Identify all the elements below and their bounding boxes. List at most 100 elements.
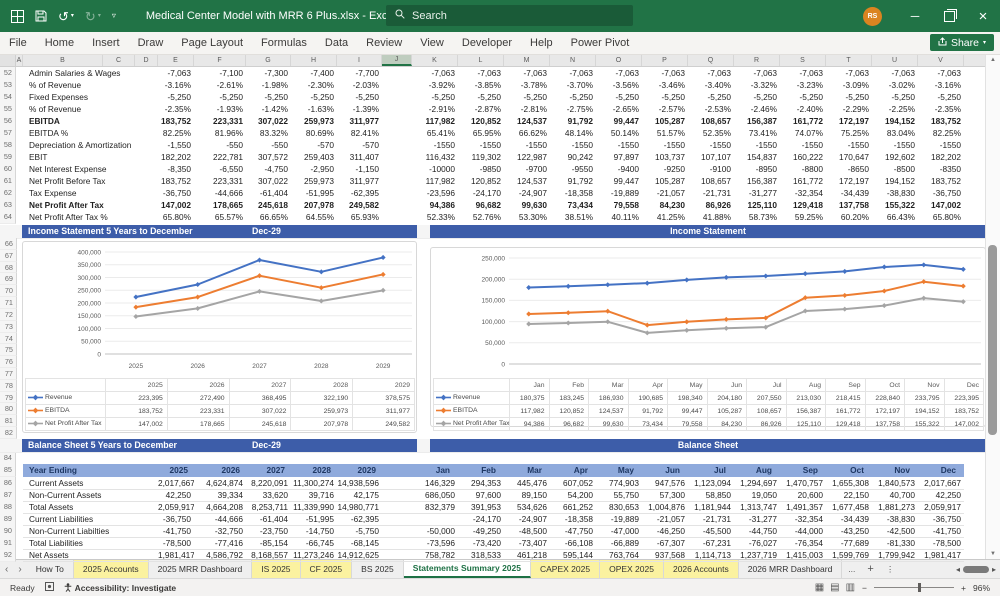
cell[interactable]: 8,168,557 (246, 549, 291, 562)
balance-header-label[interactable]: Year Ending (23, 464, 158, 477)
sheet-tab-bs-2025[interactable]: BS 2025 (352, 560, 404, 578)
sheet-tab-statements-summary-2025[interactable]: Statements Summary 2025 (403, 560, 531, 578)
cell[interactable]: 66.65% (246, 211, 291, 224)
cell[interactable]: 14,912,625 (337, 549, 382, 562)
row-header[interactable]: 76 (0, 356, 17, 368)
cell[interactable]: 1,237,719 (734, 549, 780, 562)
column-header-H[interactable]: H (291, 55, 337, 66)
column-header-S[interactable]: S (780, 55, 826, 66)
cell-label[interactable]: Net Profit After Tax % (23, 211, 158, 224)
ribbon-tab-power-pivot[interactable]: Power Pivot (562, 33, 639, 54)
cell[interactable]: 65.93% (337, 211, 382, 224)
cell[interactable]: 38.51% (550, 211, 596, 224)
cell[interactable]: 59.25% (780, 211, 826, 224)
cell[interactable]: 1,415,003 (780, 549, 826, 562)
sheet-tab-2025-accounts[interactable]: 2025 Accounts (73, 560, 149, 578)
sheet-tab-2026-accounts[interactable]: 2026 Accounts (663, 560, 739, 578)
cell[interactable]: 40.11% (596, 211, 642, 224)
ribbon-tab-view[interactable]: View (411, 33, 453, 54)
hscroll-left-icon[interactable]: ◂ (956, 565, 960, 574)
row-header[interactable]: 77 (0, 368, 17, 380)
page-layout-view-icon[interactable]: ▤ (830, 582, 839, 593)
vertical-scroll-thumb[interactable] (988, 245, 997, 435)
cell[interactable]: 60.20% (826, 211, 872, 224)
zoom-slider-thumb[interactable] (918, 583, 922, 592)
column-header-I[interactable]: I (337, 55, 382, 66)
cell[interactable] (382, 211, 412, 224)
cell[interactable]: 52.33% (412, 211, 458, 224)
cell[interactable]: 1,114,713 (688, 549, 734, 562)
cell-label[interactable]: Net Assets (23, 549, 158, 562)
income-statement-monthly-header[interactable]: Income Statement (430, 225, 986, 238)
cell[interactable]: 1,599,769 (826, 549, 872, 562)
undo-dropdown-icon[interactable]: ▾ (71, 13, 74, 19)
year-column-header[interactable]: 2027 (246, 464, 291, 477)
row-header[interactable]: 72 (0, 308, 17, 321)
avatar[interactable]: RS (863, 6, 882, 26)
search-input[interactable]: Search (386, 5, 633, 26)
balance-sheet-monthly-header[interactable]: Balance Sheet (430, 439, 986, 452)
month-column-header[interactable]: May (596, 464, 642, 477)
column-header-L[interactable]: L (458, 55, 504, 66)
month-column-header[interactable]: Aug (734, 464, 780, 477)
ribbon-tab-insert[interactable]: Insert (83, 33, 129, 54)
month-column-header[interactable]: Feb (458, 464, 504, 477)
year-column-header[interactable]: 2025 (158, 464, 194, 477)
minimize-button[interactable]: ─ (898, 0, 932, 32)
row-header[interactable]: 78 (0, 379, 17, 392)
sheet-tab-how-to[interactable]: How To (27, 560, 74, 578)
scroll-up-icon[interactable]: ▲ (986, 57, 1000, 63)
horizontal-scrollbar[interactable]: ◂ ▸ (956, 560, 1000, 578)
column-header-P[interactable]: P (642, 55, 688, 66)
accessibility-status[interactable]: Accessibility: Investigate (64, 583, 176, 593)
sheet-tab-2026-mrr-dashboard[interactable]: 2026 MRR Dashboard (739, 560, 843, 578)
sheet-tab-cf-2025[interactable]: CF 2025 (300, 560, 353, 578)
cell[interactable]: 65.80% (918, 211, 964, 224)
column-header-D[interactable]: D (135, 55, 158, 66)
column-header-R[interactable]: R (734, 55, 780, 66)
balance-sheet-5yr-header[interactable]: Balance Sheet 5 Years to December Dec-29 (22, 439, 417, 452)
ribbon-tab-draw[interactable]: Draw (129, 33, 173, 54)
sheet-tab-opex-2025[interactable]: OPEX 2025 (600, 560, 664, 578)
row-header[interactable]: 67 (0, 249, 17, 262)
month-column-header[interactable]: Mar (504, 464, 550, 477)
month-column-header[interactable]: Apr (550, 464, 596, 477)
column-header-Q[interactable]: Q (688, 55, 734, 66)
row-header[interactable]: 85 (0, 464, 16, 477)
select-all-corner[interactable] (0, 55, 16, 66)
page-break-view-icon[interactable]: ▥ (846, 582, 855, 593)
column-header-N[interactable]: N (550, 55, 596, 66)
income-statement-5yr-chart[interactable]: 0 50,000 100,000 150,000 200,000 250,000 300,0… (22, 241, 417, 433)
column-header-A[interactable]: A (16, 55, 23, 66)
cell[interactable]: 595,144 (550, 549, 596, 562)
cell[interactable]: 763,764 (596, 549, 642, 562)
close-button[interactable]: × (966, 0, 1000, 32)
ribbon-tab-file[interactable]: File (0, 33, 36, 54)
column-header-K[interactable]: K (412, 55, 458, 66)
cell[interactable]: 1,799,942 (872, 549, 918, 562)
month-column-header[interactable]: Oct (826, 464, 872, 477)
year-column-header[interactable]: 2029 (337, 464, 382, 477)
new-sheet-button[interactable]: + (861, 560, 879, 578)
cell[interactable]: 937,568 (642, 549, 688, 562)
horizontal-scroll-thumb[interactable] (962, 565, 989, 573)
row-header[interactable]: 79 (0, 391, 17, 404)
row-header[interactable]: 82 (0, 427, 17, 439)
cell[interactable]: 1,981,417 (158, 549, 194, 562)
year-column-header[interactable]: 2026 (194, 464, 246, 477)
zoom-slider[interactable] (874, 583, 955, 592)
zoom-in-icon[interactable]: + (961, 583, 966, 593)
sheet-tab-is-2025[interactable]: IS 2025 (252, 560, 301, 578)
cell[interactable]: 318,533 (458, 549, 504, 562)
customize-qat-icon[interactable]: ▿ (112, 12, 116, 20)
ribbon-tab-formulas[interactable]: Formulas (252, 33, 316, 54)
row-header[interactable]: 66 (0, 238, 17, 250)
undo-button[interactable]: ↺ ▾ (58, 10, 74, 23)
cell[interactable]: 41.25% (642, 211, 688, 224)
column-header-J[interactable]: J (382, 55, 412, 66)
ribbon-tab-page-layout[interactable]: Page Layout (172, 33, 252, 54)
column-header-C[interactable]: C (103, 55, 135, 66)
row-header[interactable]: 73 (0, 320, 17, 333)
cell[interactable]: 41.88% (688, 211, 734, 224)
cell[interactable] (382, 549, 412, 562)
